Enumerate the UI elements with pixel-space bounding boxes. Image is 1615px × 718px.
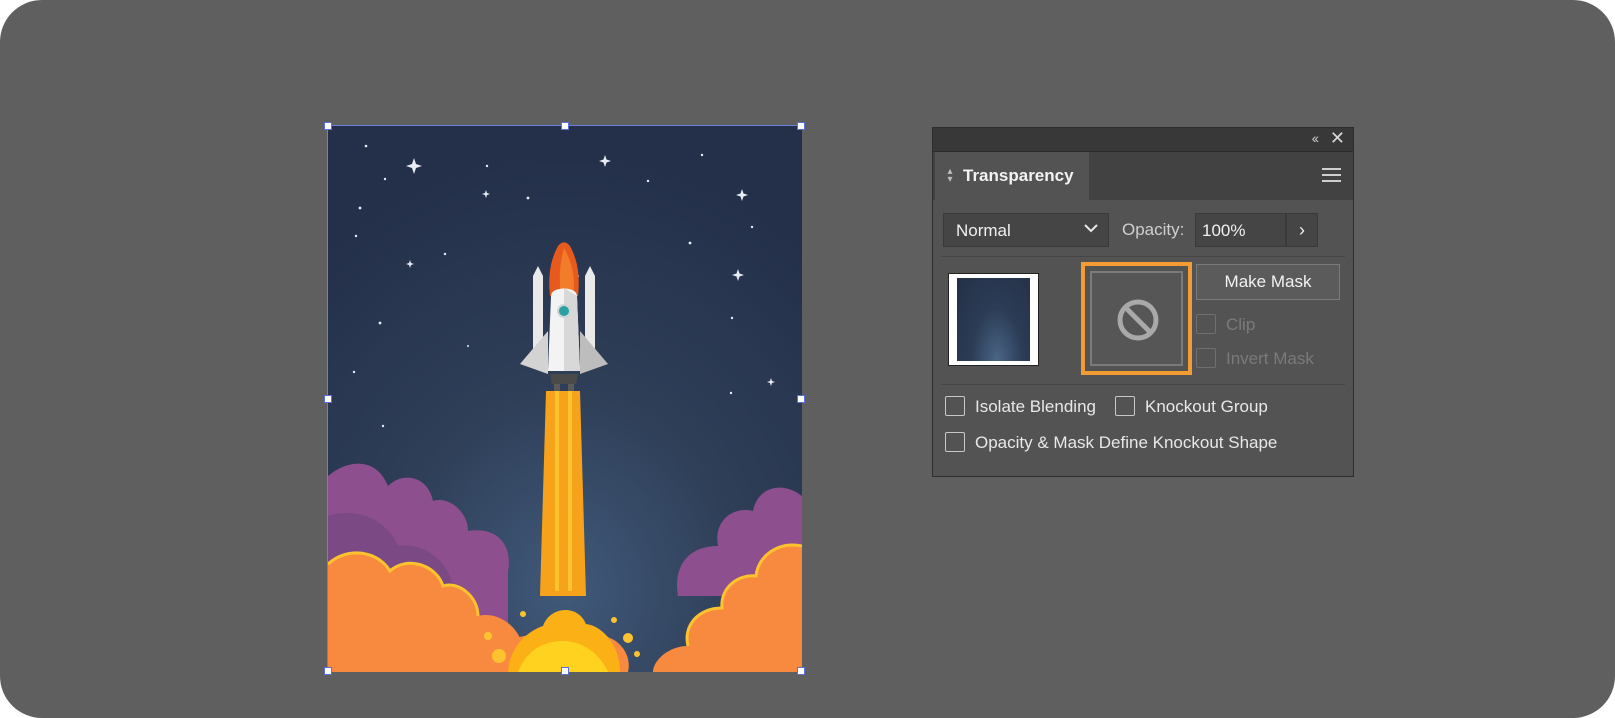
- opacity-slider-button[interactable]: ›: [1286, 213, 1318, 247]
- panel-titlebar[interactable]: ‹‹ ✕: [933, 128, 1353, 152]
- resize-handle-top-right[interactable]: [797, 122, 805, 130]
- divider: [941, 256, 1345, 257]
- artwork-thumbnail[interactable]: [948, 273, 1039, 366]
- artwork-selection[interactable]: [324, 122, 805, 675]
- opacity-mask-knockout-checkbox[interactable]: [945, 432, 965, 452]
- resize-handle-top-left[interactable]: [324, 122, 332, 130]
- sort-arrows-icon: ▴ ▾: [947, 166, 953, 185]
- double-chevron-left-icon[interactable]: ‹‹: [1312, 130, 1319, 146]
- opacity-label: Opacity:: [1122, 220, 1185, 239]
- resize-handle-bottom-right[interactable]: [797, 667, 805, 675]
- chevron-down-icon: [1084, 224, 1098, 233]
- opacity-value: 100%: [1202, 221, 1246, 240]
- blend-mode-value: Normal: [956, 221, 1011, 240]
- opacity-input[interactable]: 100%: [1195, 213, 1286, 247]
- tab-transparency[interactable]: ▴ ▾ Transparency: [935, 152, 1089, 200]
- resize-handle-bottom-left[interactable]: [324, 667, 332, 675]
- invert-mask-label: Invert Mask: [1226, 349, 1314, 368]
- resize-handle-bottom[interactable]: [561, 667, 569, 675]
- opacity-mask-knockout-label: Opacity & Mask Define Knockout Shape: [975, 433, 1278, 452]
- tab-label: Transparency: [963, 166, 1074, 185]
- no-symbol-icon: [1117, 299, 1159, 341]
- transparency-panel: ‹‹ ✕ ▴ ▾ Transparency Normal Opacity: 100…: [932, 127, 1354, 477]
- knockout-group-label: Knockout Group: [1145, 397, 1268, 416]
- clip-label: Clip: [1226, 315, 1256, 334]
- resize-handle-top[interactable]: [561, 122, 569, 130]
- isolate-blending-checkbox[interactable]: [945, 396, 965, 416]
- blend-mode-select[interactable]: Normal: [943, 213, 1109, 247]
- resize-handle-right[interactable]: [797, 395, 805, 403]
- invert-mask-checkbox[interactable]: [1196, 348, 1216, 368]
- clip-checkbox[interactable]: [1196, 314, 1216, 334]
- resize-handle-left[interactable]: [324, 395, 332, 403]
- rocket-illustration: [328, 126, 802, 672]
- close-icon[interactable]: ✕: [1330, 128, 1345, 149]
- workspace-canvas: ‹‹ ✕ ▴ ▾ Transparency Normal Opacity: 100…: [0, 0, 1615, 718]
- chevron-right-icon: ›: [1299, 220, 1305, 240]
- panel-tab-strip: ▴ ▾ Transparency: [933, 152, 1353, 200]
- make-mask-button[interactable]: Make Mask: [1196, 264, 1340, 300]
- hamburger-menu-icon[interactable]: [1322, 168, 1341, 182]
- divider: [941, 384, 1345, 385]
- isolate-blending-label: Isolate Blending: [975, 397, 1096, 416]
- knockout-group-checkbox[interactable]: [1115, 396, 1135, 416]
- mask-thumbnail[interactable]: [1090, 271, 1183, 366]
